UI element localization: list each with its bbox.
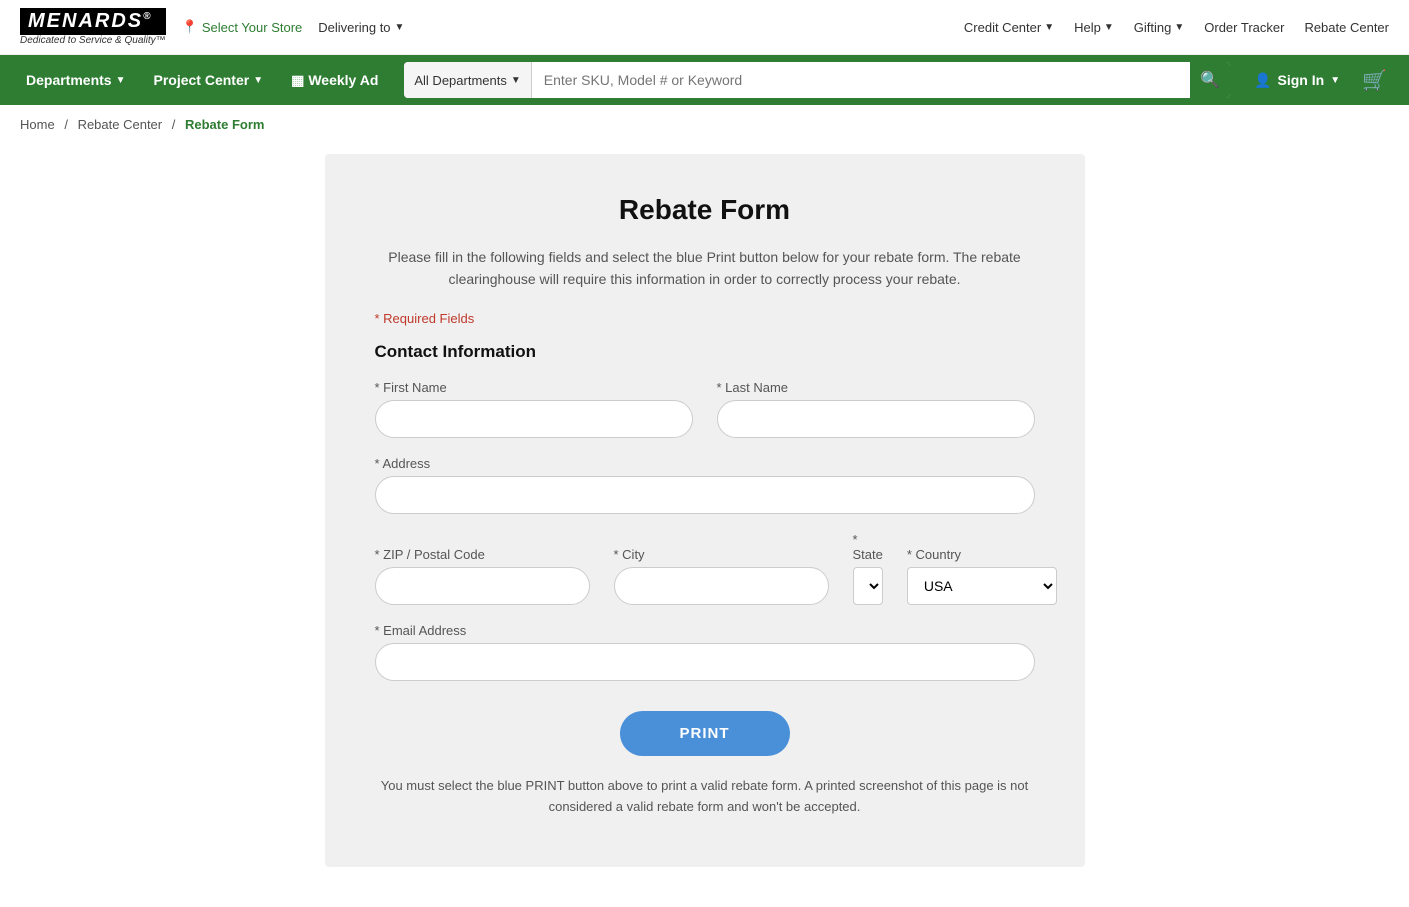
zip-label: * ZIP / Postal Code — [375, 547, 590, 562]
chevron-down-icon: ▼ — [1174, 22, 1184, 33]
store-selector-label: Select Your Store — [202, 20, 302, 35]
top-bar-right: Credit Center ▼ Help ▼ Gifting ▼ Order T… — [964, 20, 1389, 35]
chevron-down-icon: ▼ — [1044, 22, 1054, 33]
search-department-selector[interactable]: All Departments ▼ — [404, 62, 531, 98]
search-button[interactable]: 🔍 — [1190, 62, 1230, 98]
user-icon: 👤 — [1254, 72, 1271, 89]
city-group: * City — [614, 547, 829, 605]
search-dept-label: All Departments — [414, 73, 506, 88]
help-label: Help — [1074, 20, 1101, 35]
state-select[interactable]: - Select a state - AlabamaAlaskaArizona … — [853, 567, 883, 605]
print-button[interactable]: PRINT — [620, 711, 790, 756]
top-bar-left: MENARDS Dedicated to Service & Quality™ … — [20, 8, 404, 46]
breadcrumb: Home / Rebate Center / Rebate Form — [0, 105, 1409, 144]
breadcrumb-separator: / — [64, 117, 68, 132]
chevron-down-icon: ▼ — [395, 22, 405, 33]
first-name-label: * First Name — [375, 380, 693, 395]
print-note: You must select the blue PRINT button ab… — [375, 776, 1035, 818]
address-row: * Address — [375, 456, 1035, 514]
departments-label: Departments — [26, 72, 112, 88]
form-description: Please fill in the following fields and … — [375, 246, 1035, 291]
order-tracker-link[interactable]: Order Tracker — [1204, 20, 1284, 35]
weekly-ad-label: Weekly Ad — [308, 72, 378, 88]
first-name-input[interactable] — [375, 400, 693, 438]
gifting-link[interactable]: Gifting ▼ — [1134, 20, 1184, 35]
first-name-group: * First Name — [375, 380, 693, 438]
weekly-ad-icon: ▦ — [291, 72, 304, 89]
rebate-center-link[interactable]: Rebate Center — [1304, 20, 1389, 35]
rebate-form-container: Rebate Form Please fill in the following… — [325, 154, 1085, 867]
form-title: Rebate Form — [375, 194, 1035, 226]
breadcrumb-rebate-center[interactable]: Rebate Center — [78, 117, 163, 132]
weekly-ad-nav[interactable]: ▦ Weekly Ad — [281, 58, 388, 103]
chevron-down-icon: ▼ — [1104, 22, 1114, 33]
project-center-label: Project Center — [154, 72, 250, 88]
breadcrumb-home[interactable]: Home — [20, 117, 55, 132]
country-group: * Country USA Canada — [907, 547, 1057, 605]
main-content: Rebate Form Please fill in the following… — [0, 144, 1409, 907]
country-select[interactable]: USA Canada — [907, 567, 1057, 605]
state-label: * State — [853, 532, 883, 562]
address-input[interactable] — [375, 476, 1035, 514]
chevron-down-icon: ▼ — [253, 75, 263, 86]
last-name-group: * Last Name — [717, 380, 1035, 438]
help-link[interactable]: Help ▼ — [1074, 20, 1114, 35]
departments-nav[interactable]: Departments ▼ — [16, 58, 136, 102]
delivering-to[interactable]: Delivering to ▼ — [318, 20, 404, 35]
last-name-label: * Last Name — [717, 380, 1035, 395]
email-group: * Email Address — [375, 623, 1035, 681]
address-group: * Address — [375, 456, 1035, 514]
city-input[interactable] — [614, 567, 829, 605]
logo-tagline: Dedicated to Service & Quality™ — [20, 35, 166, 46]
breadcrumb-separator: / — [172, 117, 176, 132]
menards-logo: MENARDS Dedicated to Service & Quality™ — [20, 8, 166, 46]
search-bar: All Departments ▼ 🔍 — [404, 62, 1230, 98]
email-input[interactable] — [375, 643, 1035, 681]
location-row: * ZIP / Postal Code * City * State - Sel… — [375, 532, 1035, 605]
zip-group: * ZIP / Postal Code — [375, 547, 590, 605]
order-tracker-label: Order Tracker — [1204, 20, 1284, 35]
chevron-down-icon: ▼ — [1330, 75, 1340, 86]
chevron-down-icon: ▼ — [511, 75, 521, 86]
chevron-down-icon: ▼ — [116, 75, 126, 86]
required-note: * Required Fields — [375, 311, 1035, 326]
state-group: * State - Select a state - AlabamaAlaska… — [853, 532, 883, 605]
top-bar: MENARDS Dedicated to Service & Quality™ … — [0, 0, 1409, 55]
zip-input[interactable] — [375, 567, 590, 605]
cart-button[interactable]: 🛒 — [1356, 68, 1393, 93]
pin-icon: 📍 — [182, 19, 198, 35]
email-label: * Email Address — [375, 623, 1035, 638]
search-icon: 🔍 — [1200, 70, 1220, 90]
credit-center-link[interactable]: Credit Center ▼ — [964, 20, 1054, 35]
contact-info-title: Contact Information — [375, 342, 1035, 362]
sign-in-button[interactable]: 👤 Sign In ▼ — [1246, 72, 1348, 89]
nav-bar: Departments ▼ Project Center ▼ ▦ Weekly … — [0, 55, 1409, 105]
address-label: * Address — [375, 456, 1035, 471]
search-input[interactable] — [532, 62, 1190, 98]
project-center-nav[interactable]: Project Center ▼ — [144, 58, 274, 102]
last-name-input[interactable] — [717, 400, 1035, 438]
logo-text: MENARDS — [20, 8, 166, 35]
delivering-label: Delivering to — [318, 20, 390, 35]
gifting-label: Gifting — [1134, 20, 1172, 35]
email-row: * Email Address — [375, 623, 1035, 681]
name-row: * First Name * Last Name — [375, 380, 1035, 438]
country-label: * Country — [907, 547, 1057, 562]
credit-center-label: Credit Center — [964, 20, 1041, 35]
store-selector[interactable]: 📍 Select Your Store — [182, 19, 303, 35]
city-label: * City — [614, 547, 829, 562]
rebate-center-label: Rebate Center — [1304, 20, 1389, 35]
cart-icon: 🛒 — [1362, 70, 1387, 92]
sign-in-label: Sign In — [1278, 72, 1325, 88]
breadcrumb-current: Rebate Form — [185, 117, 264, 132]
